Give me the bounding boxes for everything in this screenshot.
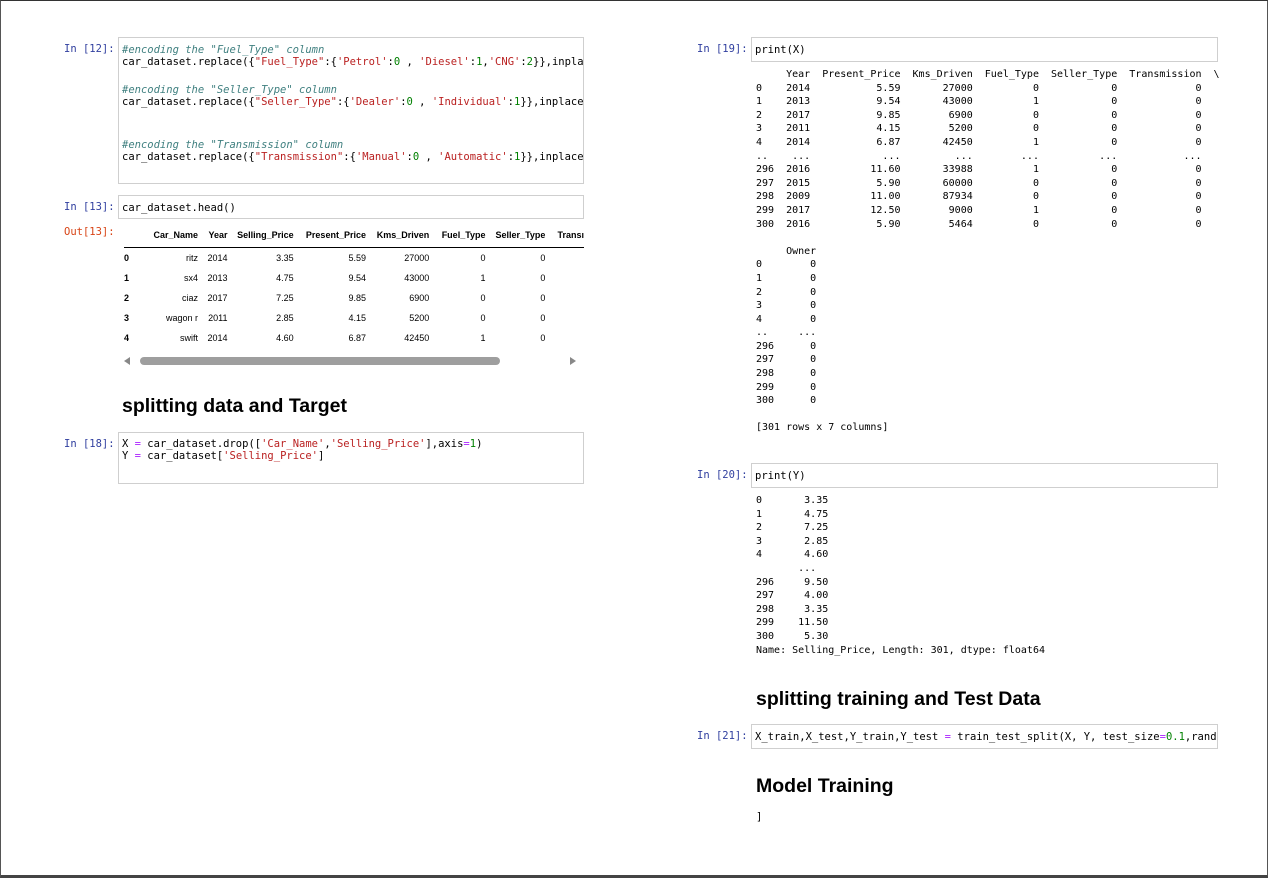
- row-index: 4: [124, 333, 130, 343]
- table-cell: 5200: [409, 313, 430, 323]
- code-line: car_dataset.replace({"Seller_Type":{'Dea…: [122, 96, 584, 108]
- cell-prompt: In [18]:: [64, 438, 115, 450]
- scroll-left-arrow-icon[interactable]: [124, 357, 130, 365]
- code-cell-18[interactable]: X = car_dataset.drop(['Car_Name','Sellin…: [118, 432, 584, 484]
- table-row: 2 ciaz 2017 7.25 9.85 6900 0 0: [124, 288, 584, 308]
- cell-prompt: In [12]:: [64, 43, 115, 55]
- table-cell: 4.60: [276, 333, 294, 343]
- table-cell: 2017: [207, 293, 228, 303]
- column-header: Year: [197, 227, 228, 248]
- table-row: 3 wagon r 2011 2.85 4.15 5200 0 0: [124, 308, 584, 328]
- markdown-heading: splitting training and Test Data: [756, 688, 1041, 710]
- table-cell: swift: [179, 333, 198, 343]
- row-index: 1: [124, 273, 130, 283]
- code-line: print(Y): [755, 470, 806, 482]
- table-cell: 2011: [208, 313, 228, 323]
- code-line: car_dataset.replace({"Fuel_Type":{'Petro…: [122, 56, 584, 68]
- code-line: Y = car_dataset['Selling_Price']: [122, 450, 325, 462]
- table-cell: 4.75: [276, 273, 294, 283]
- table-cell: 0: [540, 273, 546, 283]
- markdown-heading: splitting data and Target: [122, 395, 347, 417]
- table-cell: 3.35: [276, 253, 294, 263]
- scrollbar-thumb[interactable]: [140, 357, 500, 365]
- table-row: 0 ritz 2014 3.35 5.59 27000 0 0: [124, 248, 584, 269]
- column-header: Fuel_Type: [429, 227, 486, 248]
- table-cell: 5.59: [348, 253, 366, 263]
- code-line: car_dataset.replace({"Transmission":{'Ma…: [122, 151, 584, 163]
- table-cell: 9.54: [348, 273, 366, 283]
- table-cell: 0: [480, 293, 486, 303]
- column-header: Present_Price: [293, 227, 366, 248]
- table-row: 1 sx4 2013 4.75 9.54 43000 1 0: [124, 268, 584, 288]
- cell-prompt: In [13]:: [64, 201, 115, 213]
- horizontal-scrollbar[interactable]: [124, 355, 580, 367]
- row-index: 3: [124, 313, 130, 323]
- table-cell: 7.25: [276, 293, 294, 303]
- table-cell-truncated: [545, 268, 584, 288]
- column-header: Seller_Type: [485, 227, 546, 248]
- table-cell: 6900: [409, 293, 430, 303]
- row-index: 2: [124, 293, 130, 303]
- code-cell-12[interactable]: #encoding the "Fuel_Type" column car_dat…: [118, 37, 584, 184]
- table-cell: ciaz: [181, 293, 198, 303]
- table-cell: 0: [540, 313, 546, 323]
- table-cell: ritz: [185, 253, 198, 263]
- code-line: print(X): [755, 44, 806, 56]
- table-cell: 2013: [207, 273, 228, 283]
- print-y-output: 0 3.35 1 4.75 2 7.25 3 2.85 4 4.60 ... 2…: [756, 495, 1045, 656]
- table-cell: 0: [540, 293, 546, 303]
- column-header: Car_Name: [139, 227, 198, 248]
- code-line: X = car_dataset.drop(['Car_Name','Sellin…: [122, 438, 483, 450]
- code-line: X_train,X_test,Y_train,Y_test = train_te…: [755, 731, 1217, 743]
- column-header: Kms_Driven: [365, 227, 430, 248]
- column-header: Transı: [545, 227, 584, 248]
- table-cell-truncated: [545, 308, 584, 328]
- table-cell: 0: [540, 253, 546, 263]
- table-cell-truncated: [545, 248, 584, 269]
- code-line: #encoding the "Fuel_Type" column: [122, 44, 325, 56]
- code-cell-21[interactable]: X_train,X_test,Y_train,Y_test = train_te…: [751, 724, 1218, 749]
- dataframe-table: Car_Name Year Selling_Price Present_Price Km…: [124, 227, 584, 348]
- code-line: car_dataset.head(): [122, 202, 236, 214]
- table-cell: wagon r: [165, 313, 198, 323]
- table-cell-truncated: [545, 288, 584, 308]
- cell-prompt: In [21]:: [697, 730, 748, 742]
- markdown-heading: Model Training: [756, 775, 894, 797]
- scroll-right-arrow-icon[interactable]: [570, 357, 576, 365]
- table-cell: 9.85: [348, 293, 366, 303]
- table-cell: 2014: [207, 253, 228, 263]
- dataframe-output: Car_Name Year Selling_Price Present_Price Km…: [118, 222, 584, 350]
- stray-bracket: ]: [756, 811, 763, 823]
- table-header-row: Car_Name Year Selling_Price Present_Price Km…: [124, 227, 584, 248]
- table-cell: 1: [480, 273, 486, 283]
- code-line: #encoding the "Seller_Type" column: [122, 84, 337, 96]
- table-cell: 0: [480, 253, 486, 263]
- output-prompt: Out[13]:: [64, 226, 115, 238]
- table-cell: 43000: [404, 273, 430, 283]
- table-cell: 0: [540, 333, 546, 343]
- table-cell: 0: [480, 313, 486, 323]
- table-cell: 4.15: [348, 313, 366, 323]
- row-index: 0: [124, 253, 130, 263]
- code-line: #encoding the "Transmission" column: [122, 139, 344, 151]
- cell-prompt: In [19]:: [697, 43, 748, 55]
- cell-prompt: In [20]:: [697, 469, 748, 481]
- code-cell-13[interactable]: car_dataset.head(): [118, 195, 584, 219]
- table-row: 4 swift 2014 4.60 6.87 42450 1 0: [124, 328, 584, 348]
- print-x-output: Year Present_Price Kms_Driven Fuel_Type …: [756, 69, 1220, 434]
- table-cell: 6.87: [348, 333, 366, 343]
- code-cell-20[interactable]: print(Y): [751, 463, 1218, 488]
- table-cell: 42450: [404, 333, 430, 343]
- table-cell: 2014: [207, 333, 228, 343]
- table-cell: sx4: [183, 273, 198, 283]
- table-cell: 27000: [404, 253, 430, 263]
- table-cell: 1: [480, 333, 486, 343]
- column-header: Selling_Price: [227, 227, 294, 248]
- index-header: [124, 227, 140, 248]
- table-cell-truncated: [545, 328, 584, 348]
- code-cell-19[interactable]: print(X): [751, 37, 1218, 62]
- table-cell: 2.85: [276, 313, 294, 323]
